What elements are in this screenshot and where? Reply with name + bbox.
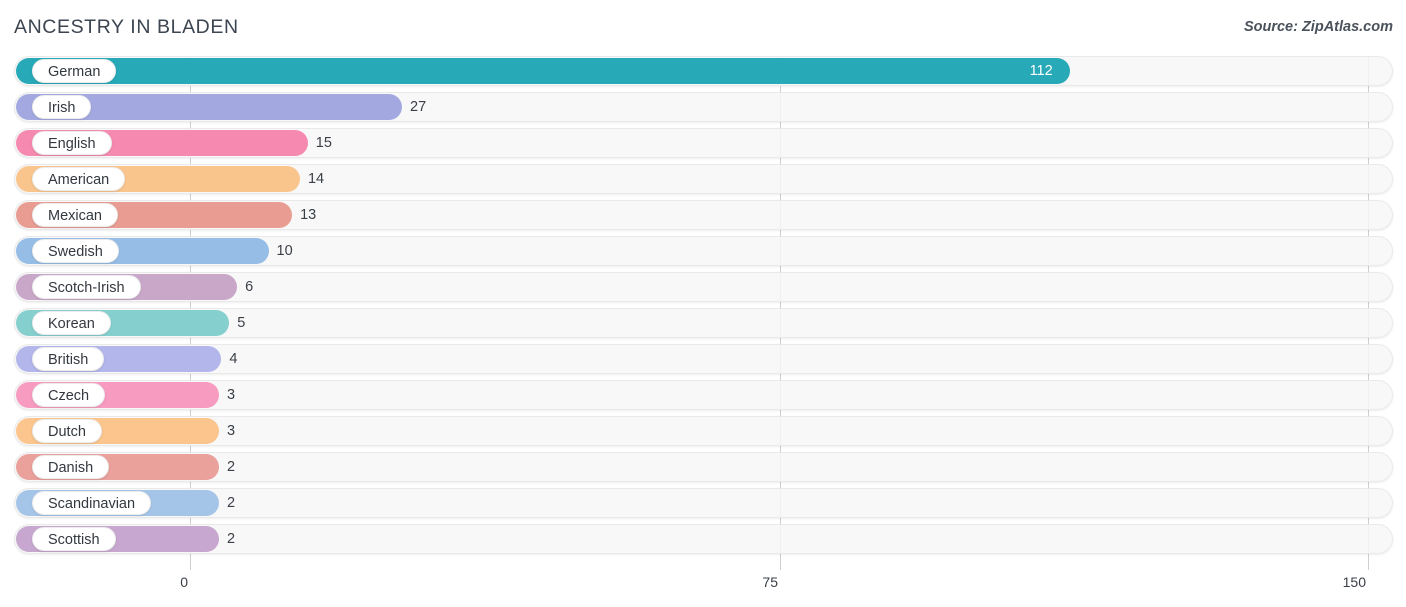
bar-category-label: Scandinavian xyxy=(32,491,152,515)
bar-row[interactable]: Czech 3 xyxy=(0,380,1406,410)
bar-value-label: 5 xyxy=(237,315,246,331)
bar-track xyxy=(14,488,1393,518)
bar-row[interactable]: Irish 27 xyxy=(0,92,1406,122)
bar-track xyxy=(14,524,1393,554)
bar-row[interactable]: Swedish 10 xyxy=(0,236,1406,266)
bar-value-label: 2 xyxy=(227,531,236,547)
x-axis-tick-label: 0 xyxy=(180,574,188,590)
bar-category-label: Swedish xyxy=(32,239,119,263)
bar-value-label: 2 xyxy=(227,459,236,475)
bar-row[interactable]: British 4 xyxy=(0,344,1406,374)
bar-value-label: 14 xyxy=(307,171,325,187)
bar-category-label: British xyxy=(32,347,105,371)
bar-fill[interactable] xyxy=(16,58,1070,84)
x-axis-tick-label: 75 xyxy=(762,574,778,590)
x-axis: 0 75 150 xyxy=(0,570,1406,607)
bar-row[interactable]: Dutch 3 xyxy=(0,416,1406,446)
bar-value-label: 10 xyxy=(276,243,293,259)
bar-category-label: Scottish xyxy=(32,527,116,551)
bar-track xyxy=(14,380,1393,410)
bar-row[interactable]: English 15 xyxy=(0,128,1406,158)
bar-rows: German 112 Irish 27 English 15 American 14 Mexic… xyxy=(0,56,1406,560)
bar-category-label: Scotch-Irish xyxy=(32,275,141,299)
bar-value-label: 112 xyxy=(1029,63,1053,79)
bar-row[interactable]: German 112 xyxy=(0,56,1406,86)
x-axis-tick-label: 150 xyxy=(1342,574,1366,590)
bar-value-label: 27 xyxy=(410,99,427,115)
bar-category-label: Mexican xyxy=(32,203,118,227)
bar-row[interactable]: Korean 5 xyxy=(0,308,1406,338)
bar-value-label: 3 xyxy=(227,423,236,439)
bar-category-label: English xyxy=(32,131,112,155)
bar-category-label: German xyxy=(32,59,117,83)
bar-category-label: Irish xyxy=(32,95,92,119)
bar-value-label: 13 xyxy=(300,207,317,223)
bar-row[interactable]: Scottish 2 xyxy=(0,524,1406,554)
bar-value-label: 15 xyxy=(315,135,332,151)
bar-category-label: Dutch xyxy=(32,419,102,443)
bar-value-label: 2 xyxy=(227,495,236,511)
bar-value-label: 4 xyxy=(229,351,238,367)
bar-category-label: American xyxy=(32,167,126,191)
chart-header: ANCESTRY IN BLADEN Source: ZipAtlas.com xyxy=(0,0,1406,56)
bar-category-label: Danish xyxy=(32,455,110,479)
bar-category-label: Korean xyxy=(32,311,111,335)
bar-row[interactable]: American 14 xyxy=(0,164,1406,194)
bar-value-label: 3 xyxy=(227,387,236,403)
bar-track xyxy=(14,452,1393,482)
chart-plot-area: German 112 Irish 27 English 15 American 14 Mexic… xyxy=(0,56,1406,570)
page-title: ANCESTRY IN BLADEN xyxy=(14,16,239,38)
bar-row[interactable]: Scandinavian 2 xyxy=(0,488,1406,518)
bar-row[interactable]: Mexican 13 xyxy=(0,200,1406,230)
bar-category-label: Czech xyxy=(32,383,106,407)
bar-row[interactable]: Danish 2 xyxy=(0,452,1406,482)
bar-row[interactable]: Scotch-Irish 6 xyxy=(0,272,1406,302)
source-attribution: Source: ZipAtlas.com xyxy=(1243,19,1393,35)
bar-track xyxy=(14,416,1393,446)
bar-value-label: 6 xyxy=(245,279,254,295)
